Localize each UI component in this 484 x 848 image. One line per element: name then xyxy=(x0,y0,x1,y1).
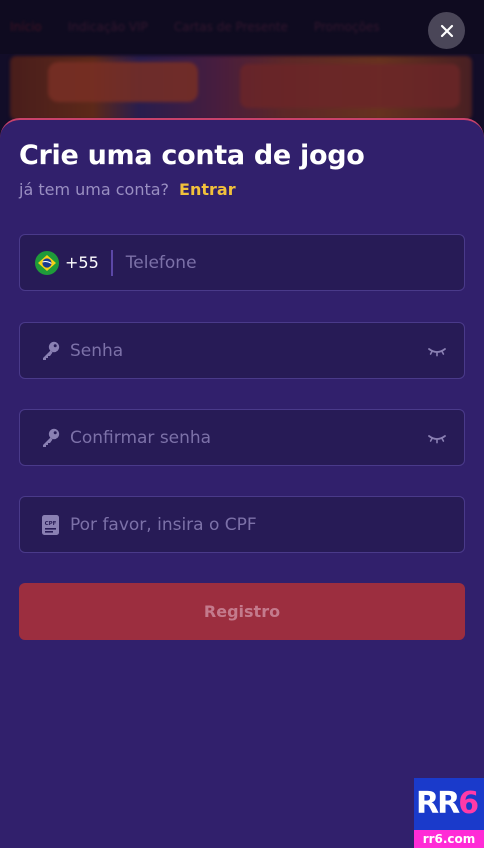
key-icon xyxy=(40,340,61,361)
register-modal: Crie uma conta de jogo já tem uma conta?… xyxy=(0,118,484,848)
confirm-password-input[interactable]: Confirmar senha xyxy=(70,428,211,448)
rr6-logo: RR6 rr6.com xyxy=(414,778,484,848)
cpf-card-icon: CPF xyxy=(40,514,61,535)
eye-closed-icon[interactable] xyxy=(427,341,447,361)
key-icon xyxy=(40,427,61,448)
register-button-label: Registro xyxy=(203,602,281,621)
brazil-flag-icon xyxy=(35,250,59,275)
cpf-icon-text: CPF xyxy=(45,521,57,527)
logo-digit: 6 xyxy=(458,786,479,821)
password-input[interactable]: Senha xyxy=(70,341,123,361)
login-prompt: já tem uma conta? Entrar xyxy=(19,180,236,199)
login-link[interactable]: Entrar xyxy=(179,180,236,199)
cpf-field[interactable]: CPF Por favor, insira o CPF xyxy=(19,496,465,553)
confirm-password-field[interactable]: Confirmar senha xyxy=(19,409,465,466)
cpf-input[interactable]: Por favor, insira o CPF xyxy=(70,515,257,535)
logo-domain: rr6.com xyxy=(414,830,484,848)
phone-field[interactable]: +55 Telefone xyxy=(19,234,465,291)
logo-brand: RR xyxy=(416,786,460,821)
modal-title: Crie uma conta de jogo xyxy=(19,140,365,171)
country-code-selector[interactable]: +55 xyxy=(65,253,99,272)
eye-closed-icon[interactable] xyxy=(427,428,447,448)
login-prompt-text: já tem uma conta? xyxy=(19,180,170,199)
close-button[interactable] xyxy=(428,12,465,49)
field-divider xyxy=(110,249,113,276)
phone-input[interactable]: Telefone xyxy=(126,253,197,273)
password-field[interactable]: Senha xyxy=(19,322,465,379)
logo-wordmark: RR6 xyxy=(416,786,479,821)
register-button[interactable]: Registro xyxy=(19,583,465,640)
close-icon xyxy=(440,24,453,37)
